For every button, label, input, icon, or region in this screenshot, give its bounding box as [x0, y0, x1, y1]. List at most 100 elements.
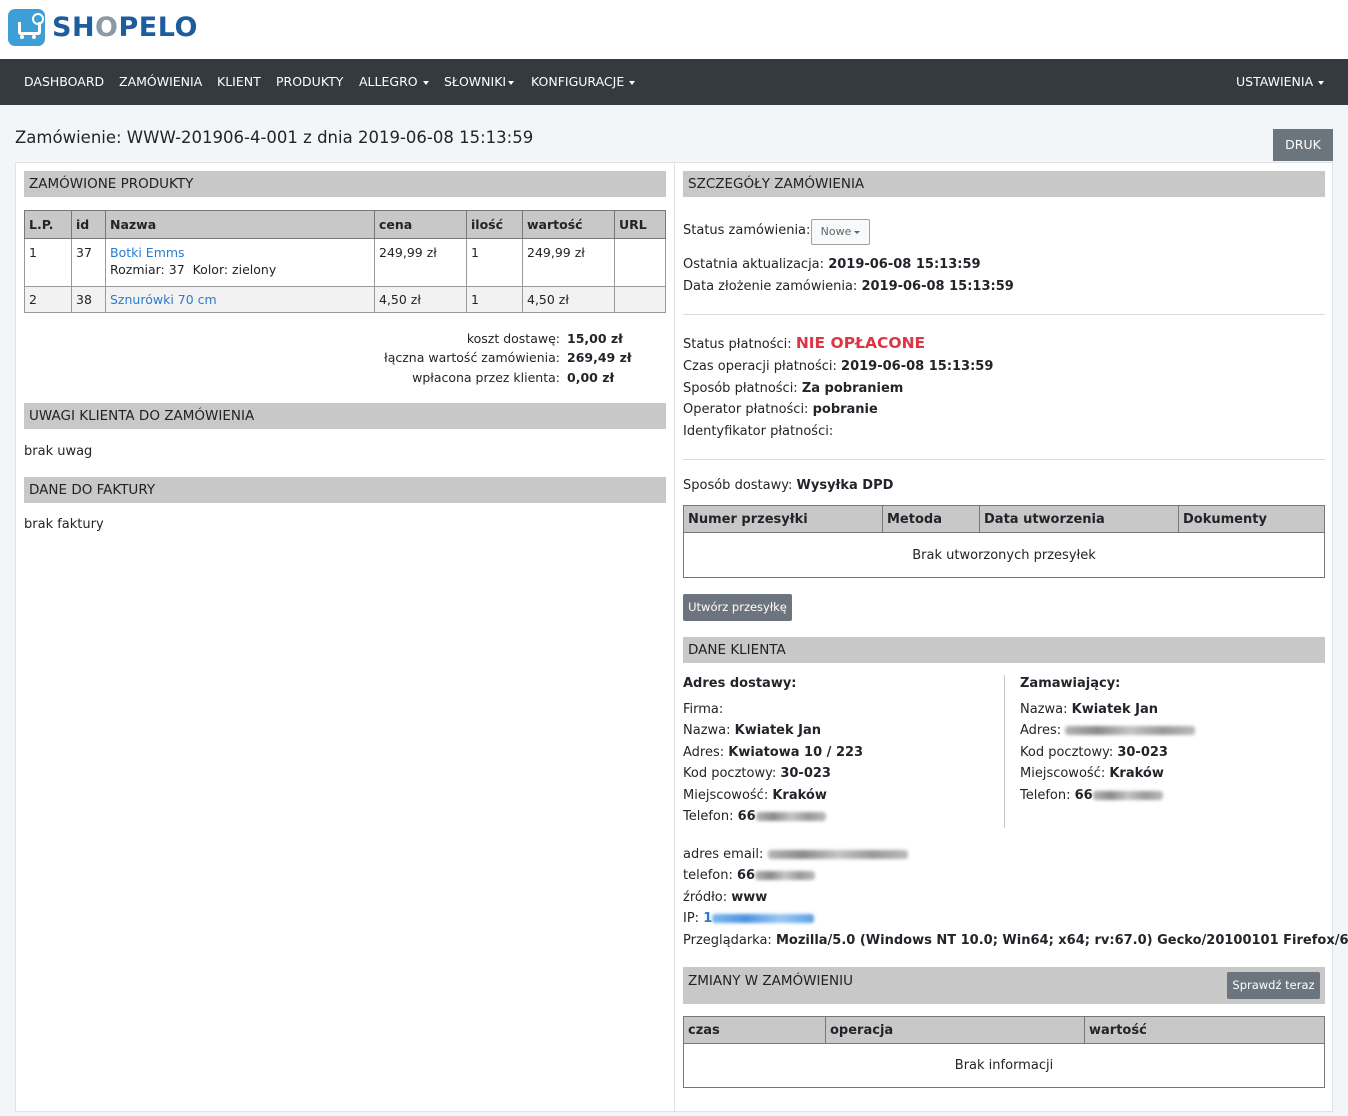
redacted-value	[767, 850, 908, 859]
delivery-address-title: Adres dostawy:	[683, 676, 797, 691]
row-price: 4,50 zł	[374, 286, 467, 313]
col-qty: ilość	[466, 210, 523, 239]
row-url	[614, 238, 666, 287]
delivery-company: Firma:	[683, 702, 724, 717]
chevron-down-icon	[854, 230, 861, 234]
row-lp: 2	[24, 286, 72, 313]
col-created: Data utworzenia	[979, 505, 1179, 533]
delivery-name: Nazwa: Kwiatek Jan	[683, 723, 822, 738]
nav-dashboard[interactable]: DASHBOARD	[24, 59, 104, 105]
col-time: czas	[683, 1016, 826, 1044]
col-id: id	[71, 210, 106, 239]
client-browser: Przeglądarka: Mozilla/5.0 (Windows NT 10…	[683, 933, 1348, 948]
redacted-value	[755, 871, 816, 880]
nav-dictionaries-dropdown[interactable]: SŁOWNIKI	[444, 59, 515, 105]
divider	[683, 459, 1325, 460]
last-update: Ostatnia aktualizacja: 2019-06-08 15:13:…	[683, 257, 981, 272]
nav-orders[interactable]: ZAMÓWIENIA	[119, 59, 202, 105]
print-button[interactable]: DRUK	[1273, 129, 1333, 161]
payment-time: Czas operacji płatności: 2019-06-08 15:1…	[683, 359, 994, 374]
shipping-cost-row: koszt dostawę:	[466, 331, 560, 346]
chevron-down-icon	[1318, 80, 1325, 85]
nav-settings-dropdown[interactable]: USTAWIENIA	[1236, 59, 1325, 105]
page-title: Zamówienie: WWW-201906-4-001 z dnia 2019…	[15, 128, 534, 147]
shipments-table: Numer przesyłki Metoda Data utworzenia D…	[683, 505, 1325, 578]
nav-configuration-dropdown[interactable]: KONFIGURACJE	[531, 59, 636, 105]
nav-client[interactable]: KLIENT	[217, 59, 261, 105]
delivery-method: Sposób dostawy: Wysyłka DPD	[683, 478, 894, 493]
customer-notes-text: brak uwag	[24, 444, 93, 459]
divider	[683, 314, 1325, 315]
total-row: łączna wartość zamówienia:	[384, 350, 560, 365]
orderer-postal: Kod pocztowy: 30-023	[1020, 745, 1168, 760]
row-lp: 1	[24, 238, 72, 287]
col-name: Nazwa	[105, 210, 375, 239]
delivery-phone: Telefon: 66	[683, 809, 826, 824]
column-divider	[674, 163, 675, 1111]
delivery-city: Miejscowość: Kraków	[683, 788, 827, 803]
changes-empty: Brak informacji	[683, 1043, 1325, 1088]
row-id: 38	[71, 286, 106, 313]
shipping-cost: 15,00 zł	[567, 331, 623, 346]
product-link[interactable]: Botki Emms	[110, 245, 185, 260]
table-row: 2 38 Sznurówki 70 cm 4,50 zł 1 4,50 zł	[24, 286, 666, 313]
table-row: 1 37 Botki Emms Rozmiar: 37 Kolor: zielon…	[24, 238, 666, 287]
client-telephone: telefon: 66	[683, 868, 816, 883]
row-value: 249,99 zł	[522, 238, 615, 287]
chevron-down-icon	[629, 80, 636, 85]
order-status-dropdown[interactable]: Nowe	[811, 219, 870, 245]
product-variant: Rozmiar: 37 Kolor: zielony	[110, 262, 277, 277]
row-qty: 1	[466, 238, 523, 287]
col-method: Metoda	[882, 505, 980, 533]
row-name: Botki Emms Rozmiar: 37 Kolor: zielony	[105, 238, 375, 287]
nav-products[interactable]: PRODUKTY	[276, 59, 343, 105]
col-url: URL	[614, 210, 666, 239]
orderer-address: Adres:	[1020, 723, 1196, 738]
create-shipment-button[interactable]: Utwórz przesyłkę	[683, 594, 792, 621]
logo-text: SHOPELO	[52, 12, 198, 43]
client-divider	[1004, 675, 1005, 828]
client-email: adres email:	[683, 847, 908, 862]
col-lp: L.P.	[24, 210, 72, 239]
row-qty: 1	[466, 286, 523, 313]
redacted-value	[1065, 726, 1196, 735]
client-source: źródło: www	[683, 890, 768, 905]
created-date: Data złożenie zamówienia: 2019-06-08 15:…	[683, 279, 1014, 294]
redacted-value	[1092, 791, 1163, 800]
main-navbar: DASHBOARD ZAMÓWIENIA KLIENT PRODUKTY ALL…	[0, 59, 1348, 105]
chevron-down-icon	[422, 80, 429, 85]
orderer-name: Nazwa: Kwiatek Jan	[1020, 702, 1159, 717]
col-documents: Dokumenty	[1178, 505, 1325, 533]
chevron-down-icon	[508, 80, 515, 85]
nav-allegro-dropdown[interactable]: ALLEGRO	[359, 59, 429, 105]
product-link[interactable]: Sznurówki 70 cm	[110, 292, 217, 307]
payment-operator: Operator płatności: pobranie	[683, 402, 878, 417]
ip-link[interactable]: 1	[703, 911, 712, 926]
col-value: wartość	[522, 210, 615, 239]
paid-row: wpłacona przez klienta:	[412, 370, 560, 385]
payment-status: Status płatności: NIE OPŁACONE	[683, 334, 926, 352]
row-name: Sznurówki 70 cm	[105, 286, 375, 313]
check-now-button[interactable]: Sprawdź teraz	[1227, 972, 1320, 999]
changes-table: czas operacja wartość Brak informacji	[683, 1016, 1325, 1088]
orderer-title: Zamawiający:	[1020, 676, 1121, 691]
col-change-value: wartość	[1084, 1016, 1325, 1044]
delivery-address: Adres: Kwiatowa 10 / 223	[683, 745, 864, 760]
client-data-header: DANE KLIENTA	[683, 637, 1325, 663]
shopelo-logo[interactable]: SHOPELO	[8, 9, 198, 46]
orderer-phone: Telefon: 66	[1020, 788, 1163, 803]
invoice-text: brak faktury	[24, 517, 104, 532]
col-shipment-number: Numer przesyłki	[683, 505, 883, 533]
paid-amount: 0,00 zł	[567, 370, 615, 385]
order-total: 269,49 zł	[567, 350, 632, 365]
order-status-label: Status zamówienia:	[683, 223, 811, 238]
delivery-postal: Kod pocztowy: 30-023	[683, 766, 831, 781]
ordered-products-header: ZAMÓWIONE PRODUKTY	[24, 171, 666, 197]
cart-icon	[8, 9, 45, 46]
orderer-city: Miejscowość: Kraków	[1020, 766, 1164, 781]
products-table: L.P. id Nazwa cena ilość wartość URL 1 3…	[24, 210, 666, 313]
invoice-header: DANE DO FAKTURY	[24, 477, 666, 503]
col-operation: operacja	[825, 1016, 1085, 1044]
row-url	[614, 286, 666, 313]
order-details-header: SZCZEGÓŁY ZAMÓWIENIA	[683, 171, 1325, 197]
